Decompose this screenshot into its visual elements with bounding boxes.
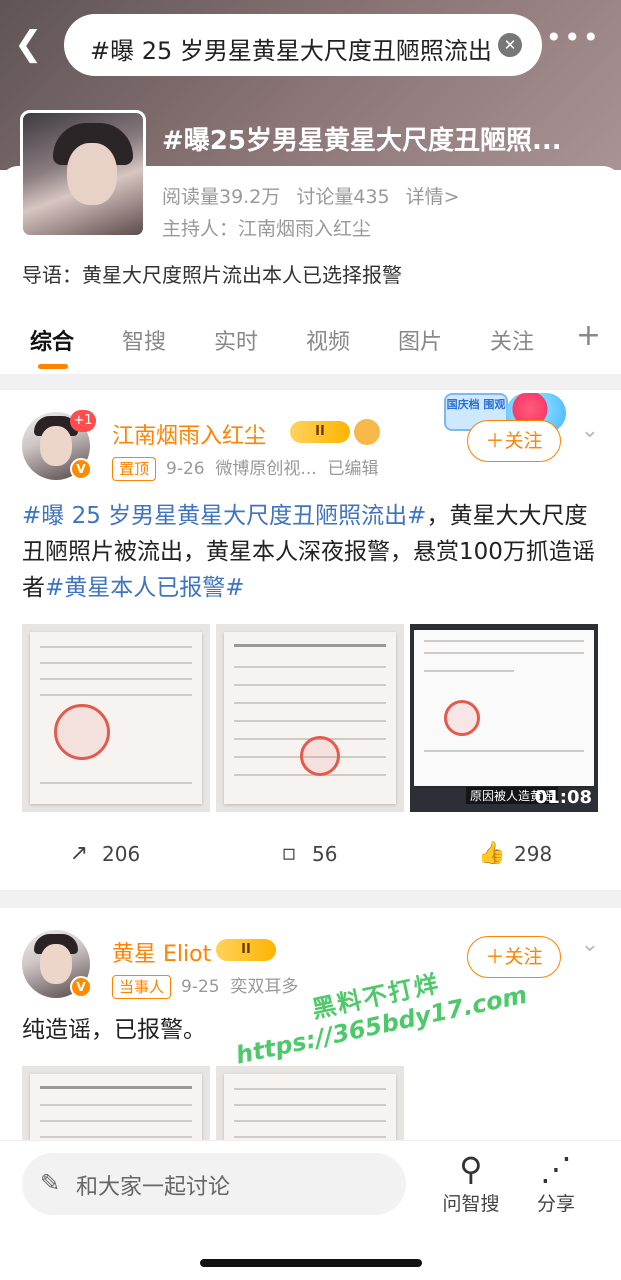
tab-realtime[interactable]: 实时 (214, 324, 258, 356)
search-input[interactable]: #曝 25 岁男星黄星大尺度丑陋照流出 (90, 31, 490, 66)
author-name[interactable]: 江南烟雨入红尘 (112, 418, 266, 450)
topic-host: 主持人：江南烟雨入红尘 (162, 214, 371, 241)
tab-bar: 综合 智搜 实时 视频 图片 关注 + (0, 318, 621, 374)
back-icon[interactable]: ❮ (14, 26, 44, 62)
verified-icon: V (70, 976, 92, 998)
post-date: 9-25 (181, 977, 220, 997)
topic-title: #曝25岁男星黄星大尺度丑陋照... (162, 126, 562, 156)
video-duration: 01:08 (534, 787, 592, 808)
post-meta: 置顶 9-26 微博原创视... 已编辑 (112, 454, 378, 481)
repost-icon: ↗ (69, 841, 89, 866)
thumbs-up-icon: 👍 (478, 841, 506, 866)
share-icon: ⋰ (540, 1150, 572, 1188)
read-count: 阅读量39.2万 (162, 186, 281, 208)
details-link[interactable]: 详情> (406, 186, 460, 208)
post-image[interactable] (22, 624, 210, 812)
tab-ai-search[interactable]: 智搜 (122, 324, 166, 356)
like-count: 298 (514, 842, 553, 866)
host-label: 主持人： (162, 218, 239, 240)
vip-level: II (241, 942, 251, 957)
comment-count: 56 (312, 842, 338, 866)
post-source: 微博原创视... (215, 459, 317, 479)
comment-input[interactable]: ✎ 和大家一起讨论 (22, 1153, 406, 1215)
tab-all[interactable]: 综合 (30, 324, 74, 356)
share-label: 分享 (536, 1193, 575, 1215)
post-date: 9-26 (166, 459, 205, 479)
author-name[interactable]: 黄星 Eliot (112, 936, 211, 968)
post-text: #曝 25 岁男星黄星大尺度丑陋照流出#，黄星大大尺度丑陋照片被流出，黄星本人深… (22, 498, 602, 606)
tab-video[interactable]: 视频 (306, 324, 350, 356)
vip-badge: II (216, 939, 276, 961)
post-video[interactable]: 原因被人造黄谣 01:08 (410, 624, 598, 812)
more-icon[interactable]: ••• (545, 24, 601, 52)
vip-level: II (315, 424, 325, 439)
repost-button[interactable]: ↗ 206 (66, 841, 141, 867)
edited-label: 已编辑 (327, 459, 379, 479)
share-button[interactable]: ⋰ 分享 (521, 1149, 591, 1216)
post-actions: ↗ 206 ▫ 56 👍 298 (0, 842, 621, 882)
like-button[interactable]: 👍 298 (478, 841, 553, 867)
discussion-count: 讨论量435 (296, 186, 390, 208)
host-name[interactable]: 江南烟雨入红尘 (238, 218, 371, 240)
tab-active-indicator (38, 364, 68, 369)
search-sparkle-icon: ⚲ (459, 1150, 483, 1188)
chevron-down-icon[interactable]: ⌄ (581, 418, 599, 443)
party-tag: 当事人 (112, 975, 172, 999)
home-indicator (200, 1259, 422, 1267)
pencil-icon: ✎ (40, 1169, 61, 1197)
emoji-icon (354, 419, 380, 445)
post-image[interactable] (216, 624, 404, 812)
plus-one-badge: +1 (70, 410, 96, 432)
verified-icon: V (70, 458, 92, 480)
clear-icon[interactable]: ✕ (498, 33, 522, 57)
bottom-bar: ✎ 和大家一起讨论 ⚲ 问智搜 ⋰ 分享 (0, 1140, 621, 1280)
add-tab-icon[interactable]: + (576, 318, 601, 353)
follow-button[interactable]: ＋关注 (467, 420, 561, 462)
chevron-down-icon[interactable]: ⌄ (581, 932, 599, 957)
post-meta: 当事人 9-25 奕双耳多 (112, 972, 298, 999)
hashtag-link[interactable]: #黄星本人已报警# (45, 575, 245, 601)
search-bar[interactable]: #曝 25 岁男星黄星大尺度丑陋照流出 ✕ (64, 14, 542, 76)
topic-lead: 导语：黄星大尺度照片流出本人已选择报警 (22, 263, 402, 287)
tab-images[interactable]: 图片 (398, 324, 442, 356)
vip-badge: II (290, 421, 350, 443)
pinned-tag: 置顶 (112, 457, 157, 481)
post-card: +1 V 江南烟雨入红尘 II 置顶 9-26 微博原创视... 已编辑 国庆档 … (0, 390, 621, 890)
comment-icon: ▫ (281, 841, 297, 866)
comment-placeholder: 和大家一起讨论 (76, 1175, 231, 1200)
repost-count: 206 (102, 842, 141, 866)
tab-following[interactable]: 关注 (490, 324, 534, 356)
ask-ai-label: 问智搜 (442, 1193, 500, 1215)
ask-ai-button[interactable]: ⚲ 问智搜 (436, 1149, 506, 1216)
hashtag-link[interactable]: #曝 25 岁男星黄星大尺度丑陋照流出# (22, 503, 426, 529)
topic-stats: 阅读量39.2万 讨论量435 详情> (162, 182, 470, 209)
topic-avatar (20, 110, 146, 238)
comment-button[interactable]: ▫ 56 (276, 841, 338, 867)
image-grid: 原因被人造黄谣 01:08 (22, 624, 598, 812)
